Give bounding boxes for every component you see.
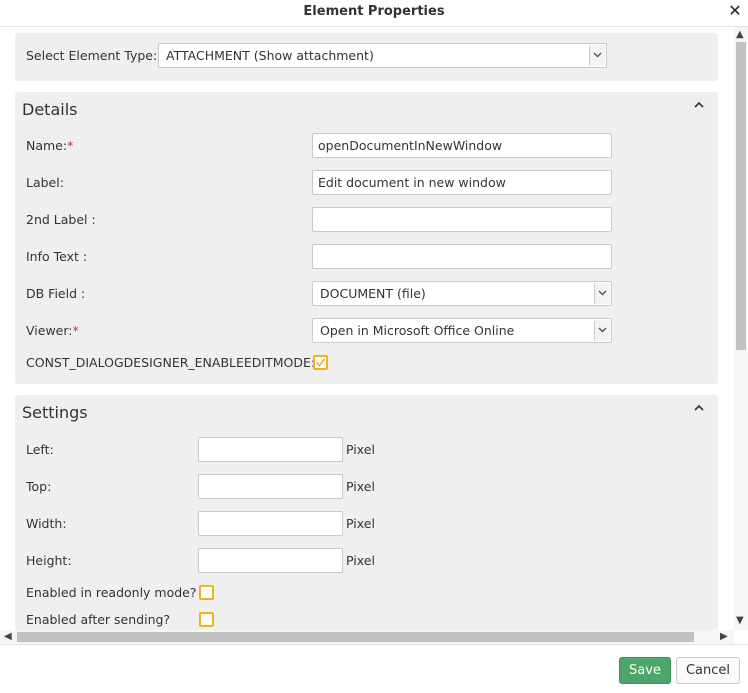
dialog-title: Element Properties	[303, 4, 445, 19]
width-input[interactable]	[198, 511, 343, 536]
edit-mode-label: CONST_DIALOGDESIGNER_ENABLEEDITMODE:	[26, 355, 316, 370]
cancel-button[interactable]: Cancel	[676, 657, 740, 684]
info-text-label: Info Text :	[26, 249, 88, 264]
details-header: Details	[22, 100, 78, 119]
element-type-panel: Select Element Type: ATTACHMENT (Show at…	[15, 33, 718, 81]
scroll-up-icon[interactable]: ▲	[736, 30, 744, 40]
height-input[interactable]	[198, 548, 343, 573]
chevron-down-icon[interactable]	[594, 283, 610, 304]
chevron-down-icon[interactable]	[594, 320, 610, 341]
chevron-up-icon[interactable]	[692, 401, 706, 415]
label-label: Label:	[26, 175, 64, 190]
settings-panel: Settings Left: Pixel Top: Pixel Width: P…	[15, 395, 718, 630]
horizontal-scrollbar[interactable]: ◀ ▶	[0, 630, 734, 644]
after-sending-label: Enabled after sending?	[26, 612, 171, 627]
scroll-left-icon[interactable]: ◀	[4, 632, 12, 642]
chevron-down-icon[interactable]	[589, 45, 605, 66]
left-input[interactable]	[198, 437, 343, 462]
close-icon[interactable]: ✕	[727, 3, 743, 19]
viewer-select[interactable]: Open in Microsoft Office Online	[312, 318, 612, 343]
element-type-value: ATTACHMENT (Show attachment)	[166, 48, 374, 63]
name-input[interactable]: openDocumentInNewWindow	[312, 133, 612, 158]
checkmark-icon	[315, 358, 326, 367]
top-label: Top:	[26, 479, 52, 494]
edit-mode-checkbox[interactable]	[313, 355, 328, 370]
height-unit: Pixel	[346, 553, 375, 568]
name-label: Name:*	[26, 138, 74, 153]
details-panel: Details Name:* openDocumentInNewWindow L…	[15, 92, 718, 384]
readonly-mode-label: Enabled in readonly mode?	[26, 585, 197, 600]
info-text-input[interactable]	[312, 244, 612, 269]
left-unit: Pixel	[346, 442, 375, 457]
viewer-value: Open in Microsoft Office Online	[320, 323, 515, 338]
scroll-down-icon[interactable]: ▼	[736, 616, 744, 626]
horizontal-scroll-thumb[interactable]	[17, 632, 694, 642]
top-input[interactable]	[198, 474, 343, 499]
top-unit: Pixel	[346, 479, 375, 494]
scroll-right-icon[interactable]: ▶	[720, 632, 728, 642]
vertical-scroll-thumb[interactable]	[736, 42, 746, 350]
db-field-value: DOCUMENT (file)	[320, 286, 426, 301]
dialog-titlebar: Element Properties ✕	[0, 0, 748, 27]
second-label-label: 2nd Label :	[26, 212, 96, 227]
after-sending-checkbox[interactable]	[199, 612, 214, 627]
dialog-content: Select Element Type: ATTACHMENT (Show at…	[0, 27, 734, 630]
db-field-select[interactable]: DOCUMENT (file)	[312, 281, 612, 306]
settings-header: Settings	[22, 403, 88, 422]
viewer-label: Viewer:*	[26, 323, 79, 338]
element-type-select[interactable]: ATTACHMENT (Show attachment)	[158, 43, 607, 68]
width-label: Width:	[26, 516, 67, 531]
save-button[interactable]: Save	[619, 657, 671, 684]
width-unit: Pixel	[346, 516, 375, 531]
readonly-mode-checkbox[interactable]	[199, 585, 214, 600]
second-label-input[interactable]	[312, 207, 612, 232]
chevron-up-icon[interactable]	[692, 98, 706, 112]
vertical-scrollbar[interactable]: ▲ ▼	[734, 27, 748, 630]
db-field-label: DB Field :	[26, 286, 86, 301]
label-input[interactable]: Edit document in new window	[312, 170, 612, 195]
element-type-label: Select Element Type:	[26, 48, 158, 63]
left-label: Left:	[26, 442, 54, 457]
height-label: Height:	[26, 553, 72, 568]
dialog-footer: Save Cancel	[0, 644, 748, 693]
